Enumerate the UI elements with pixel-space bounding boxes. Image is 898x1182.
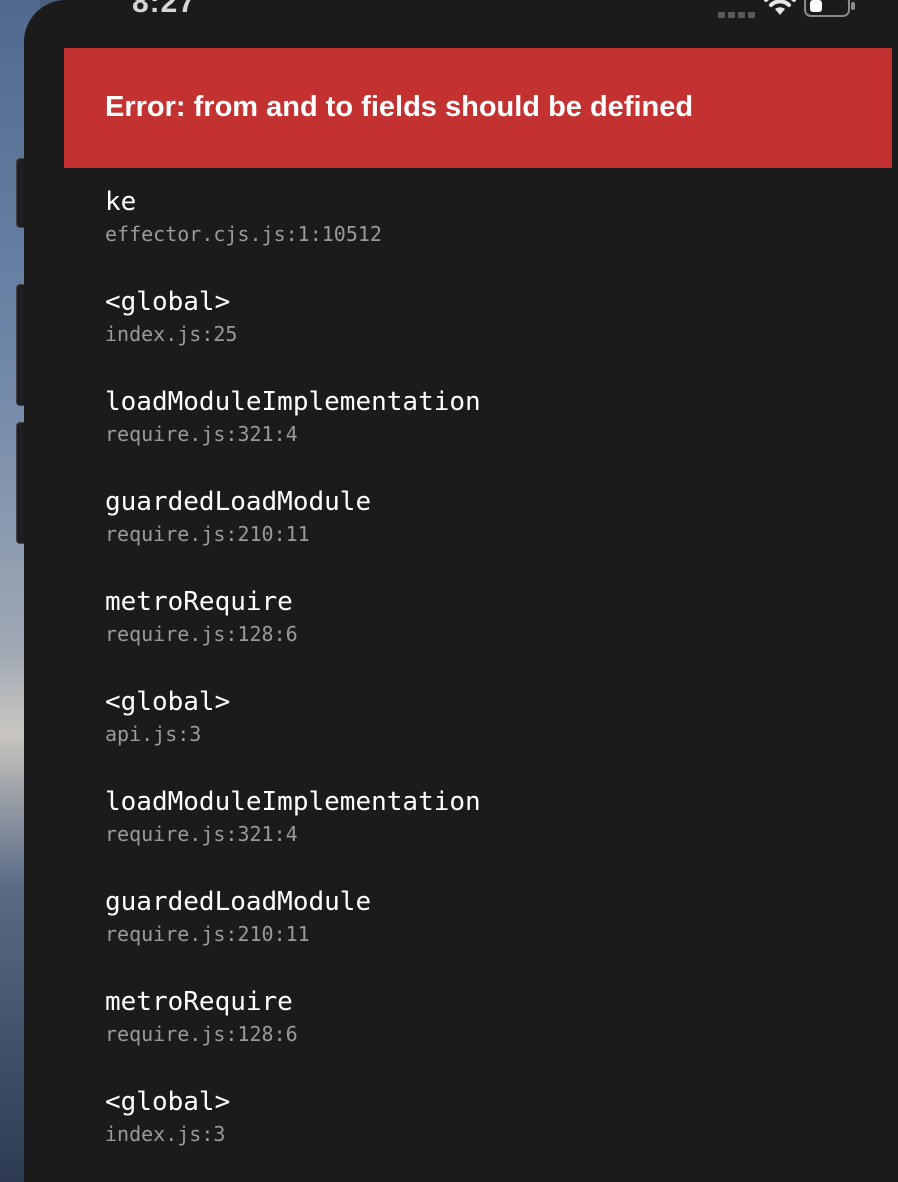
stack-frame[interactable]: guardedLoadModule require.js:210:11	[105, 486, 885, 586]
frame-location: require.js:210:11	[105, 922, 310, 946]
stack-trace-list: ke effector.cjs.js:1:10512 <global> inde…	[105, 186, 885, 1182]
stack-frame[interactable]: loadModuleImplementation require.js:321:…	[105, 386, 885, 486]
frame-location: require.js:321:4	[105, 422, 298, 446]
phone-screen: 8:27 Error: from and to fields should be…	[24, 0, 898, 1182]
frame-method: <global>	[105, 287, 231, 317]
frame-location: api.js:3	[105, 722, 202, 746]
stack-frame[interactable]: <global> index.js:25	[105, 286, 885, 386]
status-time: 8:27	[132, 0, 197, 19]
frame-method: loadModuleImplementation	[105, 387, 481, 417]
stack-frame[interactable]: <global> api.js:3	[105, 686, 885, 786]
frame-location: require.js:321:4	[105, 822, 298, 846]
error-title: Error: from and to fields should be defi…	[105, 90, 694, 123]
frame-method: <global>	[105, 687, 231, 717]
frame-location: require.js:128:6	[105, 622, 298, 646]
frame-location: index.js:25	[105, 322, 238, 346]
stack-frame[interactable]: guardedLoadModule require.js:210:11	[105, 886, 885, 986]
status-bar: 8:27	[24, 0, 898, 30]
battery-icon	[804, 0, 855, 17]
stack-frame[interactable]: metroRequire require.js:128:6	[105, 586, 885, 686]
frame-location: effector.cjs.js:1:10512	[105, 222, 382, 246]
frame-method: metroRequire	[105, 987, 293, 1017]
frame-method: guardedLoadModule	[105, 887, 372, 917]
stack-frame[interactable]: ke effector.cjs.js:1:10512	[105, 186, 885, 286]
cellular-signal-icon	[718, 12, 755, 18]
frame-location: require.js:128:6	[105, 1022, 298, 1046]
stack-frame[interactable]: <global> index.js:3	[105, 1086, 885, 1182]
frame-method: guardedLoadModule	[105, 487, 372, 517]
frame-method: metroRequire	[105, 587, 293, 617]
error-banner: Error: from and to fields should be defi…	[64, 48, 892, 168]
stack-frame[interactable]: loadModuleImplementation require.js:321:…	[105, 786, 885, 886]
stack-frame[interactable]: metroRequire require.js:128:6	[105, 986, 885, 1086]
wifi-icon	[764, 0, 796, 15]
frame-location: require.js:210:11	[105, 522, 310, 546]
frame-method: <global>	[105, 1087, 231, 1117]
frame-method: ke	[105, 187, 137, 217]
frame-method: loadModuleImplementation	[105, 787, 481, 817]
frame-location: index.js:3	[105, 1122, 226, 1146]
